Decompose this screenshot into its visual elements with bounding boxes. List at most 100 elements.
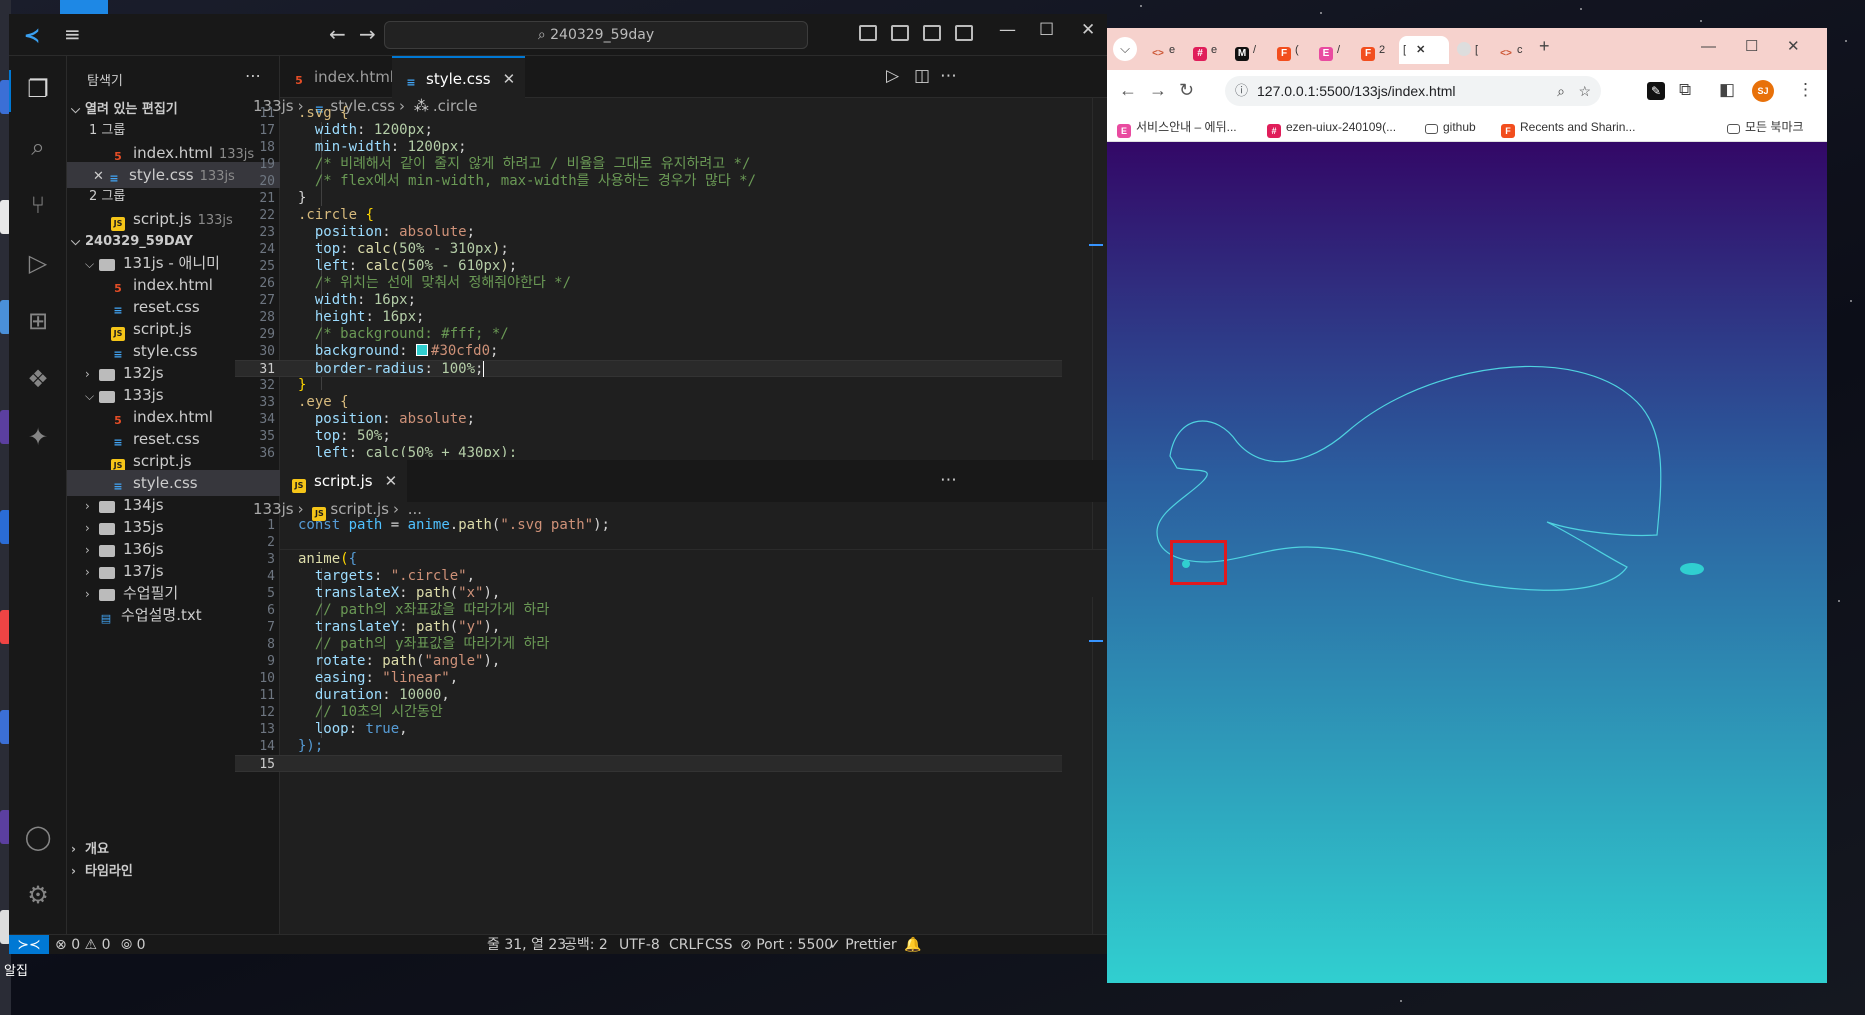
vscode-logo-icon: ≺ [23, 23, 41, 47]
close-window-button[interactable]: ✕ [1081, 20, 1095, 40]
bookmark-item[interactable]: # ezen-uiux-240109(... [1267, 112, 1396, 142]
minimize-button[interactable]: — [999, 20, 1016, 40]
browser-toolbar: ← → ↻ ⓘ 127.0.0.1:5500/133js/index.html … [1107, 70, 1827, 112]
run-debug-icon[interactable]: ▷ [23, 248, 53, 278]
browser-tab[interactable]: [ [1453, 36, 1489, 64]
tab-index-html[interactable]: 5 index.html [280, 56, 404, 98]
split-editor-icon[interactable]: ◫ [914, 66, 930, 86]
figma-icon: F [1277, 47, 1291, 61]
folder-icon [99, 523, 115, 535]
e-logo-icon: E [1117, 124, 1131, 138]
close-tab-icon[interactable]: ✕ [385, 472, 398, 490]
taskbar-app-icon[interactable] [60, 0, 108, 14]
extensions-puzzle-icon[interactable]: ⧉ [1679, 80, 1691, 100]
explorer-title: 탐색기 [87, 74, 123, 89]
browser-tab[interactable]: F( [1273, 36, 1309, 64]
browser-tab[interactable]: M / [1231, 36, 1267, 64]
breadcrumb-symbol[interactable]: ... [408, 500, 422, 518]
cursor-position[interactable]: 줄 31, 열 23 [487, 935, 566, 954]
scroll-marker [1089, 244, 1103, 246]
command-center-search[interactable]: ⌕ 240329_59day [384, 21, 808, 49]
language-mode[interactable]: CSS [705, 935, 733, 954]
more-actions-icon[interactable]: ⋯ [245, 66, 261, 85]
browser-tab-active[interactable]: [✕ [1399, 36, 1449, 64]
profile-avatar[interactable]: SJ [1752, 80, 1774, 102]
run-icon[interactable]: ▷ [886, 66, 899, 86]
e-logo-icon: E [1319, 47, 1333, 61]
forward-arrow-icon[interactable]: → [359, 22, 376, 46]
bookmark-item[interactable]: github [1425, 112, 1476, 142]
ports-indicator[interactable]: ⦾ 0 [121, 935, 146, 954]
slack-icon: # [1193, 47, 1207, 61]
all-bookmarks[interactable]: 모든 북마크 [1727, 112, 1804, 142]
browser-tab[interactable]: E / [1315, 36, 1351, 64]
whale-path [1156, 365, 1662, 591]
annotation-box [1170, 540, 1227, 585]
explorer-icon[interactable]: ❐ [23, 74, 53, 104]
color-swatch[interactable] [416, 344, 429, 356]
zoom-icon[interactable]: ⌕ [1557, 76, 1565, 106]
notifications-bell-icon[interactable]: 🔔 [904, 935, 921, 954]
maximize-button[interactable]: ☐ [1039, 20, 1054, 40]
search-text: 240329_59day [550, 27, 655, 43]
timeline-section[interactable]: › 타임라인 [67, 858, 280, 884]
remote-indicator-icon[interactable]: ≻≺ [9, 935, 49, 954]
back-arrow-icon[interactable]: ← [1119, 80, 1137, 101]
page-viewport [1107, 142, 1827, 983]
code-icon: <> [1500, 48, 1512, 59]
scrollbar[interactable] [1092, 597, 1093, 934]
account-icon[interactable]: ◯ [23, 822, 53, 852]
bookmark-star-icon[interactable]: ☆ [1578, 76, 1591, 106]
browser-tab[interactable]: <> c [1495, 36, 1531, 64]
close-tab-icon[interactable]: ✕ [503, 70, 516, 88]
breadcrumb-file[interactable]: script.js [330, 500, 389, 518]
figma-icon[interactable]: ❖ [23, 364, 53, 394]
copilot-icon[interactable]: ✦ [23, 422, 53, 452]
chrome-menu-icon[interactable]: ⋮ [1797, 80, 1814, 100]
close-tab-icon[interactable]: ✕ [1416, 44, 1425, 56]
toggle-panel-icon[interactable] [891, 25, 909, 41]
customize-layout-icon[interactable] [955, 25, 973, 41]
maximize-button[interactable]: ☐ [1745, 37, 1758, 55]
bookmark-item[interactable]: E 서비스안내 – 에뒤... [1117, 112, 1237, 142]
forward-arrow-icon[interactable]: → [1149, 80, 1167, 101]
html-file-icon: 5 [295, 74, 303, 87]
toggle-sidebar-icon[interactable] [859, 25, 877, 41]
source-control-icon[interactable]: ⑂ [23, 190, 53, 220]
more-actions-icon[interactable]: ⋯ [940, 66, 957, 86]
breadcrumb-folder[interactable]: 133js [253, 500, 294, 518]
more-actions-icon[interactable]: ⋯ [940, 470, 957, 490]
close-window-button[interactable]: ✕ [1787, 37, 1800, 55]
extensions-icon[interactable]: ⊞ [23, 306, 53, 336]
encoding[interactable]: UTF-8 [619, 935, 660, 954]
css-file-icon: ≡ [406, 76, 416, 89]
toggle-secondary-sidebar-icon[interactable] [923, 25, 941, 41]
search-icon[interactable]: ⌕ [23, 132, 53, 162]
tab-script-js[interactable]: JS script.js ✕ [280, 460, 408, 502]
extension-icon[interactable]: ✎ [1647, 82, 1665, 100]
live-server-port[interactable]: ⊘ Port : 5500 [740, 935, 833, 954]
site-info-icon[interactable]: ⓘ [1235, 76, 1248, 106]
indentation[interactable]: 공백: 2 [564, 935, 608, 954]
hamburger-menu-icon[interactable]: ≡ [64, 22, 81, 46]
reload-icon[interactable]: ↻ [1179, 80, 1194, 101]
browser-tab[interactable]: # e [1189, 36, 1225, 64]
code-icon: <> [1152, 48, 1164, 59]
problems-indicator[interactable]: ⊗ 0 ⚠ 0 [55, 935, 110, 954]
browser-tab[interactable]: F2 [1357, 36, 1393, 64]
back-arrow-icon[interactable]: ← [329, 22, 346, 46]
search-icon: ⌕ [537, 27, 551, 43]
new-tab-button[interactable]: + [1539, 36, 1550, 57]
side-panel-icon[interactable]: ◧ [1719, 80, 1735, 100]
folder-icon [1425, 124, 1438, 134]
folder-icon [99, 501, 115, 513]
bookmark-item[interactable]: F Recents and Sharin... [1501, 112, 1635, 142]
line-ending[interactable]: CRLF [669, 935, 704, 954]
browser-tab[interactable]: <> e [1147, 36, 1183, 64]
address-bar[interactable]: ⓘ 127.0.0.1:5500/133js/index.html ⌕ ☆ [1225, 76, 1601, 106]
tab-style-css[interactable]: ≡ style.css ✕ [392, 56, 526, 98]
settings-gear-icon[interactable]: ⚙ [23, 880, 53, 910]
minimize-button[interactable]: — [1701, 38, 1716, 55]
prettier-status[interactable]: ✓ Prettier [829, 935, 897, 954]
tab-search-chevron-icon[interactable]: ⌵ [1113, 37, 1137, 61]
